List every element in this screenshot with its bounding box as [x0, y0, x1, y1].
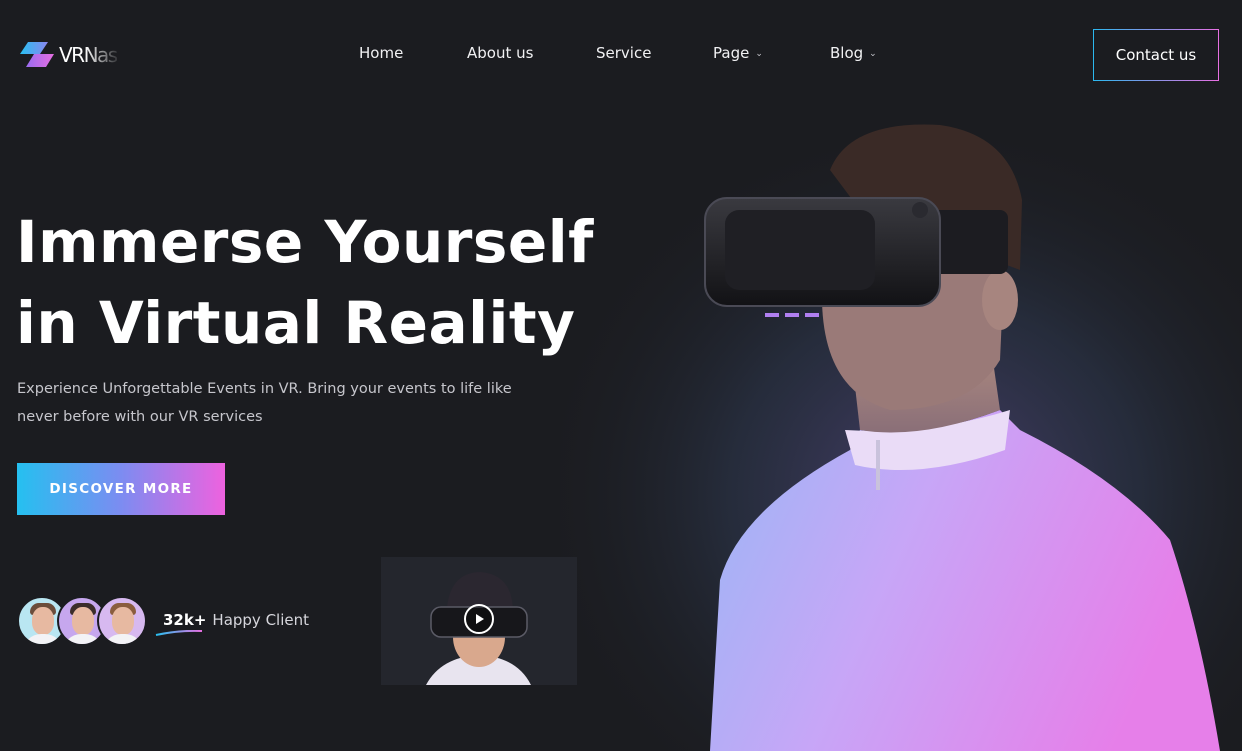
chevron-down-icon: ⌄ — [869, 48, 877, 59]
clients-count: 32k+ — [163, 611, 207, 629]
nav-label: Service — [596, 44, 652, 62]
hero-subtitle: Experience Unforgettable Events in VR. B… — [17, 381, 512, 425]
contact-button[interactable]: Contact us — [1093, 29, 1219, 81]
brand-logo[interactable]: VRNas — [18, 40, 118, 70]
vr-person-image — [560, 110, 1242, 751]
nav-item-home[interactable]: Home — [359, 44, 467, 62]
nav-label: About us — [467, 44, 534, 62]
brand-name: VRNas — [59, 43, 118, 67]
nav-label: Home — [359, 44, 404, 62]
contact-button-label: Contact us — [1115, 46, 1197, 64]
video-thumbnail[interactable] — [381, 557, 577, 685]
landing-page: VRNas Home About us Service Page ⌄ Blog … — [0, 0, 1242, 751]
nav-item-about[interactable]: About us — [467, 44, 596, 62]
play-icon — [476, 614, 484, 624]
swoosh-underline-icon — [155, 630, 203, 636]
happy-clients: 32k+ Happy Client — [155, 611, 310, 636]
play-button[interactable] — [464, 604, 494, 634]
logo-icon — [20, 42, 54, 67]
hero-title: Immerse Yourself in Virtual Reality — [16, 202, 594, 364]
client-avatars — [17, 596, 147, 646]
nav-item-blog[interactable]: Blog ⌄ — [830, 44, 910, 62]
discover-more-label: DISCOVER MORE — [49, 481, 193, 497]
hero-title-line-1: Immerse Yourself — [16, 208, 594, 276]
nav-label: Blog — [830, 44, 864, 62]
hero-title-line-2: in Virtual Reality — [16, 289, 576, 357]
nav-item-service[interactable]: Service — [596, 44, 713, 62]
nav-item-page[interactable]: Page ⌄ — [713, 44, 830, 62]
chevron-down-icon: ⌄ — [755, 48, 763, 59]
avatar — [97, 596, 147, 646]
clients-label: Happy Client — [212, 611, 310, 629]
clients-count-wrap: 32k+ — [155, 611, 207, 636]
nav-label: Page — [713, 44, 750, 62]
main-nav: Home About us Service Page ⌄ Blog ⌄ — [359, 44, 910, 62]
discover-more-button[interactable]: DISCOVER MORE — [17, 463, 225, 515]
